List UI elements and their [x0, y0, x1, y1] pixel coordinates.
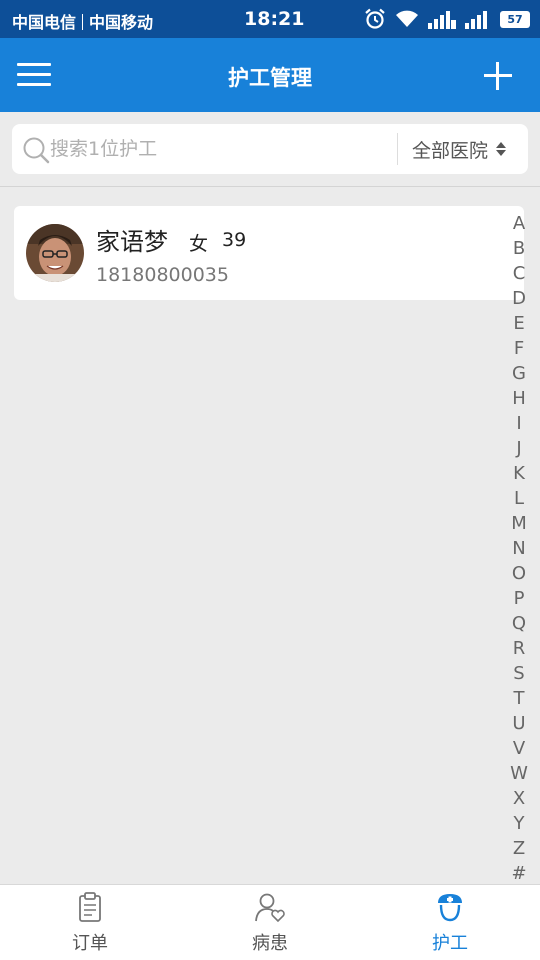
search-input[interactable]	[50, 134, 390, 164]
page-title: 护工管理	[228, 66, 312, 90]
wifi-icon	[396, 10, 418, 27]
index-letter[interactable]: E	[513, 311, 524, 336]
search-divider	[397, 133, 398, 165]
index-letter[interactable]: O	[512, 561, 526, 586]
alarm-icon	[365, 8, 385, 29]
index-letter[interactable]: S	[513, 661, 524, 686]
search-bar-area: 全部医院	[0, 112, 540, 187]
nav-item-nurses[interactable]: 护工	[360, 885, 540, 960]
status-bar: 中国电信 中国移动 18:21 57	[0, 0, 540, 38]
index-letter[interactable]: F	[514, 336, 524, 361]
index-letter[interactable]: Z	[513, 836, 525, 861]
index-letter[interactable]: D	[512, 286, 526, 311]
bottom-nav: 订单 病患 护工	[0, 884, 540, 960]
nurse-name: 家语梦	[96, 228, 168, 256]
index-letter[interactable]: B	[513, 236, 525, 261]
nurse-phone: 18180800035	[96, 264, 229, 286]
patient-icon	[255, 893, 285, 923]
nurse-gender: 女	[189, 233, 209, 255]
hospital-filter-select[interactable]: 全部医院	[412, 124, 528, 174]
app-header: 护工管理	[0, 38, 540, 112]
signal-icon-1	[428, 11, 456, 29]
carrier-info: 中国电信 中国移动	[12, 9, 153, 33]
clock: 18:21	[244, 8, 305, 30]
hospital-filter-label: 全部医院	[412, 139, 489, 162]
index-letter[interactable]: Q	[512, 611, 526, 636]
index-letter[interactable]: V	[513, 736, 525, 761]
index-letter[interactable]: U	[512, 711, 525, 736]
index-letter[interactable]: L	[514, 486, 524, 511]
carrier-separator	[82, 14, 84, 30]
carrier-1: 中国电信	[12, 13, 77, 32]
avatar	[26, 224, 84, 282]
index-letter[interactable]: A	[513, 211, 525, 236]
index-letter[interactable]: H	[512, 386, 526, 411]
status-icons: 57	[364, 8, 530, 30]
nurse-age: 39	[222, 229, 247, 251]
index-letter[interactable]: J	[516, 436, 521, 461]
clipboard-icon	[79, 892, 101, 922]
index-letter[interactable]: G	[512, 361, 526, 386]
add-nurse-button[interactable]	[484, 62, 512, 90]
index-letter[interactable]: X	[513, 786, 525, 811]
nav-item-orders[interactable]: 订单	[0, 885, 180, 960]
index-letter[interactable]: R	[513, 636, 526, 661]
index-letter[interactable]: M	[511, 511, 527, 536]
index-letter[interactable]: C	[513, 261, 526, 286]
battery-icon: 57	[500, 10, 530, 28]
index-letter[interactable]: I	[516, 411, 521, 436]
nav-label-orders: 订单	[72, 933, 108, 954]
nurse-list-item[interactable]: 家语梦 女 39 18180800035	[14, 206, 524, 300]
nav-label-nurses: 护工	[432, 933, 468, 954]
index-letter[interactable]: N	[512, 536, 525, 561]
search-box: 全部医院	[12, 124, 528, 174]
index-letter[interactable]: P	[514, 586, 525, 611]
index-letter[interactable]: T	[514, 686, 525, 711]
search-icon	[23, 137, 50, 164]
index-letter[interactable]: K	[513, 461, 525, 486]
nav-label-patients: 病患	[252, 933, 288, 954]
nurse-icon	[438, 894, 462, 922]
signal-icon-2	[465, 11, 487, 29]
index-letter[interactable]: #	[511, 861, 526, 886]
index-letter[interactable]: W	[510, 761, 528, 786]
alphabet-index[interactable]: A B C D E F G H I J K L M N O P Q R S T …	[506, 211, 532, 886]
sort-arrows-icon	[496, 142, 507, 156]
index-letter[interactable]: Y	[514, 811, 525, 836]
carrier-2: 中国移动	[89, 13, 154, 32]
nav-item-patients[interactable]: 病患	[180, 885, 360, 960]
